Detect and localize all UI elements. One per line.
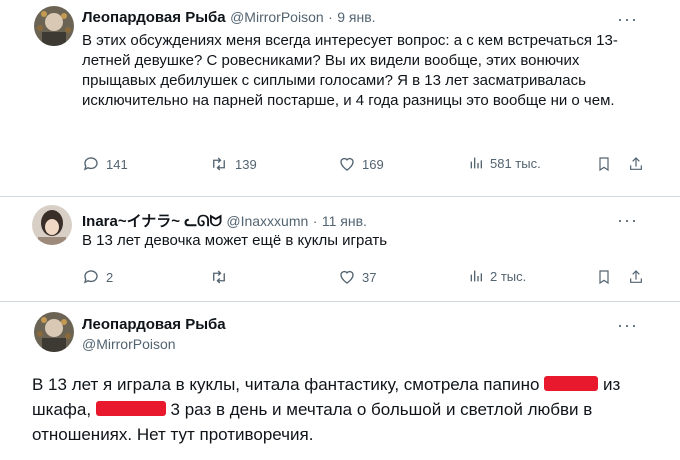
share-button[interactable] (628, 268, 644, 286)
views-count: 581 тыс. (490, 155, 541, 171)
views-icon (470, 270, 482, 282)
heart-icon (340, 157, 354, 171)
separator-dot: · (312, 213, 318, 229)
avatar-image (34, 312, 74, 352)
avatar-image (32, 205, 72, 245)
avatar-image (34, 6, 74, 46)
share-button[interactable] (628, 155, 644, 173)
tweet-2[interactable]: Inara~イナラ~ ᓚᘏᗢ @Inaxxxumn · 11 янв. ··· … (0, 197, 680, 301)
retweet-count: 139 (235, 156, 257, 172)
more-options-button[interactable]: ··· (617, 211, 638, 229)
tweet-text-part-1: В 13 лет я играла в куклы, читала фантас… (32, 375, 540, 394)
more-options-button[interactable]: ··· (617, 10, 638, 28)
retweet-icon (213, 157, 225, 171)
tweet-actions: 2 37 2 тыс. (82, 268, 642, 288)
views-count: 2 тыс. (490, 268, 527, 284)
tweet-text: В 13 лет девочка может ещё в куклы играт… (82, 232, 388, 249)
views-button[interactable]: 2 тыс. (468, 268, 526, 284)
views-button[interactable]: 581 тыс. (468, 155, 541, 171)
tweet-date[interactable]: 9 янв. (337, 9, 375, 25)
heart-icon (340, 270, 354, 284)
more-options-button[interactable]: ··· (617, 316, 638, 334)
author-name[interactable]: Inara~イナラ~ ᓚᘏᗢ (82, 213, 222, 230)
tweet-text: В этих обсуждениях меня всегда интересуе… (82, 32, 618, 109)
bookmark-button[interactable] (596, 155, 612, 173)
reply-icon (83, 157, 98, 171)
avatar[interactable] (32, 205, 72, 245)
like-button[interactable]: 169 (338, 155, 384, 173)
author-name[interactable]: Леопардовая Рыба (82, 316, 226, 333)
reply-count: 2 (106, 269, 114, 285)
tweet-actions: 141 139 169 581 тыс. (82, 155, 642, 175)
redaction-mark (544, 376, 599, 391)
reply-icon (83, 270, 98, 284)
like-count: 169 (362, 156, 384, 172)
bookmark-icon (599, 270, 609, 285)
retweet-icon (213, 270, 225, 284)
reply-button[interactable]: 141 (82, 155, 128, 173)
separator-dot: · (328, 9, 333, 25)
tweet-1[interactable]: Леопардовая Рыба @MirrorPoison · 9 янв. … (0, 0, 680, 196)
author-handle[interactable]: @Inaxxxumn (226, 213, 308, 229)
avatar[interactable] (34, 6, 74, 46)
share-icon (630, 270, 642, 283)
redaction-mark (95, 401, 166, 416)
avatar[interactable] (34, 312, 74, 352)
share-icon (630, 157, 642, 170)
author-name[interactable]: Леопардовая Рыба (82, 9, 226, 26)
like-count: 37 (362, 269, 377, 285)
tweet-3[interactable]: Леопардовая Рыба @MirrorPoison ··· В 13 … (0, 302, 680, 460)
views-icon (470, 157, 482, 169)
tweet-header: Inara~イナラ~ ᓚᘏᗢ @Inaxxxumn · 11 янв. (82, 210, 367, 231)
author-handle[interactable]: @MirrorPoison (230, 9, 324, 25)
tweet-header: Леопардовая Рыба @MirrorPoison · 9 янв. (82, 9, 376, 27)
retweet-button[interactable]: 139 (209, 155, 257, 173)
like-button[interactable]: 37 (338, 268, 376, 286)
reply-button[interactable]: 2 (82, 268, 113, 286)
tweet-date[interactable]: 11 янв. (322, 213, 367, 229)
bookmark-button[interactable] (596, 268, 612, 286)
retweet-button[interactable] (209, 268, 235, 286)
bookmark-icon (599, 157, 609, 172)
tweet-text: В 13 лет я играла в куклы, читала фантас… (32, 372, 642, 447)
author-handle[interactable]: @MirrorPoison (82, 336, 176, 352)
reply-count: 141 (106, 156, 128, 172)
